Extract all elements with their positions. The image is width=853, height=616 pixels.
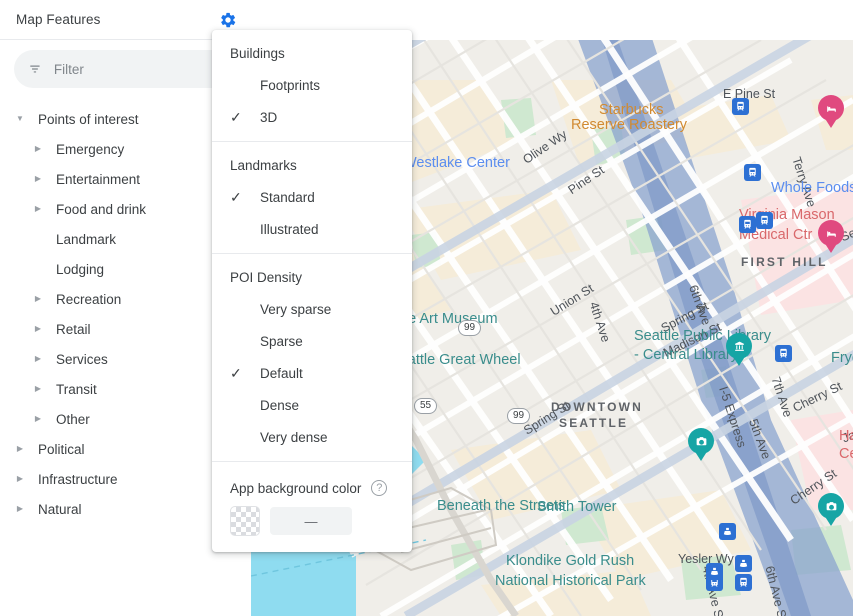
chevron-right-icon[interactable]: ▶ <box>32 383 44 395</box>
help-circle-icon[interactable]: ? <box>371 480 388 496</box>
menu-sections: Buildings Footprints ✓ 3D Landmarks ✓ Standard… <box>212 38 412 453</box>
tree-item-label: Points of interest <box>38 111 139 127</box>
attraction-pin[interactable] <box>818 493 844 527</box>
tree-item-label: Other <box>56 411 90 427</box>
pin-tail <box>824 242 838 253</box>
chevron-right-icon[interactable]: ▶ <box>32 323 44 335</box>
app-background-color-section: App background color ? <box>212 470 412 552</box>
tree-item-label: Recreation <box>56 291 122 307</box>
tree-item-label: Landmark <box>56 231 117 247</box>
menu-item-dense[interactable]: Dense <box>212 389 412 421</box>
pin-tail <box>732 355 746 366</box>
no-chevron-spacer <box>32 263 44 275</box>
color-header: App background color ? <box>212 474 412 506</box>
filter-icon <box>30 65 40 73</box>
chevron-right-icon[interactable]: ▶ <box>32 293 44 305</box>
ferry-icon[interactable] <box>735 555 752 572</box>
chevron-right-icon[interactable]: ▶ <box>14 443 26 455</box>
check-icon: ✓ <box>230 189 242 205</box>
menu-divider <box>212 141 412 142</box>
menu-section-title-buildings: Buildings <box>230 46 285 61</box>
route-shield: 99 <box>458 320 482 336</box>
chevron-right-icon[interactable]: ▶ <box>32 413 44 425</box>
pin-tail <box>694 450 708 461</box>
menu-item-default[interactable]: ✓ Default <box>212 357 412 389</box>
no-chevron-spacer <box>32 233 44 245</box>
chevron-right-icon[interactable]: ▶ <box>32 173 44 185</box>
transit-icon[interactable] <box>739 216 756 233</box>
chevron-down-icon[interactable]: ▼ <box>14 113 26 125</box>
transit-icon[interactable] <box>744 164 761 181</box>
transparent-swatch[interactable] <box>230 506 260 536</box>
menu-item-label: Footprints <box>260 77 321 93</box>
page-title: Map Features <box>16 12 101 27</box>
menu-item-footprints[interactable]: Footprints <box>212 69 412 101</box>
chevron-right-icon[interactable]: ▶ <box>14 503 26 515</box>
tree-item-label: Food and drink <box>56 201 147 217</box>
tree-item-label: Retail <box>56 321 91 337</box>
menu-item-label: Dense <box>260 397 300 413</box>
pin-tail <box>824 515 838 526</box>
tree-item-label: Political <box>38 441 85 457</box>
pin-tail <box>824 117 838 128</box>
tree-item-label: Infrastructure <box>38 471 118 487</box>
check-icon: ✓ <box>230 365 242 381</box>
tree-item-label: Natural <box>38 501 82 517</box>
menu-item-label: Very sparse <box>260 301 332 317</box>
transit-icon[interactable] <box>732 98 749 115</box>
color-value-input[interactable] <box>270 507 352 535</box>
menu-item-sparse[interactable]: Sparse <box>212 325 412 357</box>
menu-item-label: Standard <box>260 189 315 205</box>
menu-item-3d[interactable]: ✓ 3D <box>212 101 412 133</box>
gear-icon[interactable] <box>215 7 241 33</box>
attraction-pin[interactable] <box>688 428 714 462</box>
menu-item-standard[interactable]: ✓ Standard <box>212 181 412 213</box>
route-shield: 99 <box>507 408 531 424</box>
transit-icon[interactable] <box>775 345 792 362</box>
settings-menu[interactable]: Buildings Footprints ✓ 3D Landmarks ✓ Standard… <box>212 30 412 552</box>
tree-item-label: Lodging <box>56 261 105 277</box>
tree-item-label: Emergency <box>56 141 125 157</box>
chevron-right-icon[interactable]: ▶ <box>32 203 44 215</box>
menu-section-title-landmarks: Landmarks <box>230 158 297 173</box>
menu-item-label: Illustrated <box>260 221 319 237</box>
menu-item-label: Very dense <box>260 429 328 445</box>
hotel-pin[interactable] <box>818 95 844 129</box>
ferry-icon[interactable] <box>706 563 723 580</box>
check-icon: ✓ <box>230 109 242 125</box>
menu-item-label: Default <box>260 365 303 381</box>
menu-section-title-poi-density: POI Density <box>230 270 303 285</box>
transit-icon[interactable] <box>756 212 773 229</box>
color-section-label: App background color <box>230 480 362 496</box>
color-row <box>212 506 412 536</box>
search-input[interactable] <box>14 50 237 88</box>
hotel-pin[interactable] <box>818 220 844 254</box>
museum-pin[interactable] <box>726 333 752 367</box>
menu-item-label: 3D <box>260 109 278 125</box>
ferry-icon[interactable] <box>719 523 736 540</box>
menu-divider <box>212 253 412 254</box>
menu-item-very-dense[interactable]: Very dense <box>212 421 412 453</box>
filter-input[interactable] <box>53 61 223 77</box>
chevron-right-icon[interactable]: ▶ <box>14 473 26 485</box>
menu-item-very-sparse[interactable]: Very sparse <box>212 293 412 325</box>
transit-icon[interactable] <box>735 574 752 591</box>
menu-item-label: Sparse <box>260 333 303 349</box>
gear-icon-svg <box>221 12 236 27</box>
menu-divider <box>212 461 412 462</box>
menu-item-illustrated[interactable]: Illustrated <box>212 213 412 245</box>
tree-item-label: Services <box>56 351 108 367</box>
app-root: Olive Wy Pine St E Pine St Union St Spring S… <box>0 0 853 616</box>
tree-item-label: Entertainment <box>56 171 141 187</box>
tree-item-label: Transit <box>56 381 97 397</box>
chevron-right-icon[interactable]: ▶ <box>32 143 44 155</box>
route-shield: 55 <box>414 398 438 414</box>
chevron-right-icon[interactable]: ▶ <box>32 353 44 365</box>
